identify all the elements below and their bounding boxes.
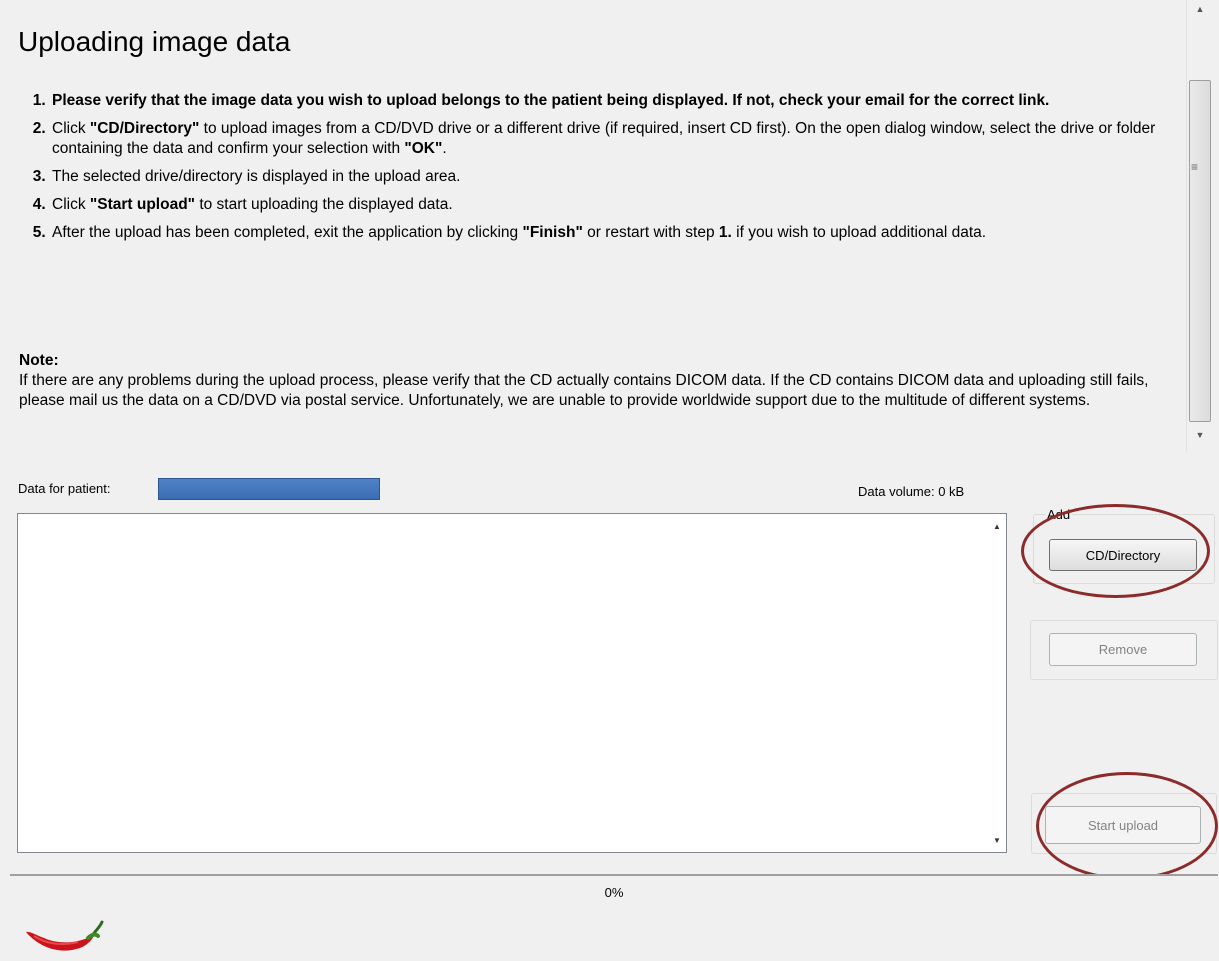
instructions-panel: Uploading image data Please verify that … [0,0,1185,452]
chili-pepper-icon [26,920,104,951]
remove-button[interactable]: Remove [1049,633,1197,666]
footer [0,906,1219,961]
progress-label: 0% [604,885,624,900]
upload-list[interactable]: ▲ ▼ [17,513,1007,853]
step-3: The selected drive/directory is displaye… [50,167,1185,187]
page-title: Uploading image data [18,26,291,57]
start-upload-button[interactable]: Start upload [1045,806,1201,844]
step-5: After the upload has been completed, exi… [50,223,1185,243]
progress-bar: 0% [10,874,1218,906]
step-2: Click "CD/Directory" to upload images fr… [50,119,1185,159]
step-4: Click "Start upload" to start uploading … [50,195,1185,215]
add-group-label: Add [1045,507,1073,522]
note: Note: If there are any problems during t… [19,351,1184,411]
scroll-thumb[interactable] [1189,80,1211,422]
patient-label: Data for patient: [18,481,111,496]
patient-name-field [158,478,380,500]
data-volume: Data volume: 0 kB [858,484,965,499]
list-scroll-down-icon[interactable]: ▼ [988,836,1006,845]
scroll-down-icon[interactable]: ▼ [1187,426,1213,444]
list-scrollbar[interactable]: ▲ ▼ [988,514,1006,852]
cd-directory-button[interactable]: CD/Directory [1049,539,1197,571]
note-text: If there are any problems during the upl… [19,372,1149,409]
instruction-steps: Please verify that the image data you wi… [20,91,1185,251]
step-1: Please verify that the image data you wi… [50,91,1185,111]
note-title: Note: [19,352,59,369]
instructions-scrollbar[interactable]: ▲ ≡ ▼ [1186,0,1213,452]
grip-icon: ≡ [1191,160,1199,174]
scroll-up-icon[interactable]: ▲ [1187,0,1213,18]
list-scroll-up-icon[interactable]: ▲ [988,522,1006,531]
